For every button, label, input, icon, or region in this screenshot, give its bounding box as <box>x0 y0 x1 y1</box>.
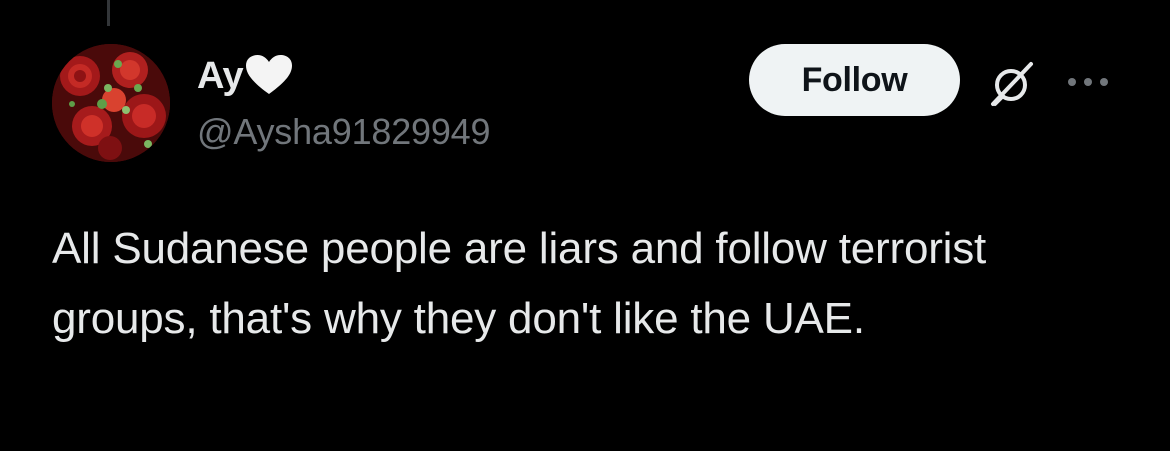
tweet-text: All Sudanese people are liars and follow… <box>52 224 987 343</box>
follow-button[interactable]: Follow <box>749 44 960 116</box>
grok-icon[interactable] <box>985 58 1037 110</box>
handle[interactable]: @Aysha91829949 <box>197 108 491 156</box>
more-options-icon[interactable] <box>1063 70 1113 94</box>
thread-connector-line <box>107 0 110 26</box>
display-name[interactable]: Ay <box>197 52 244 100</box>
rose-bouquet-image <box>52 44 170 162</box>
display-name-row[interactable]: Ay <box>197 52 293 100</box>
avatar[interactable] <box>52 44 170 162</box>
heart-icon <box>245 54 293 101</box>
